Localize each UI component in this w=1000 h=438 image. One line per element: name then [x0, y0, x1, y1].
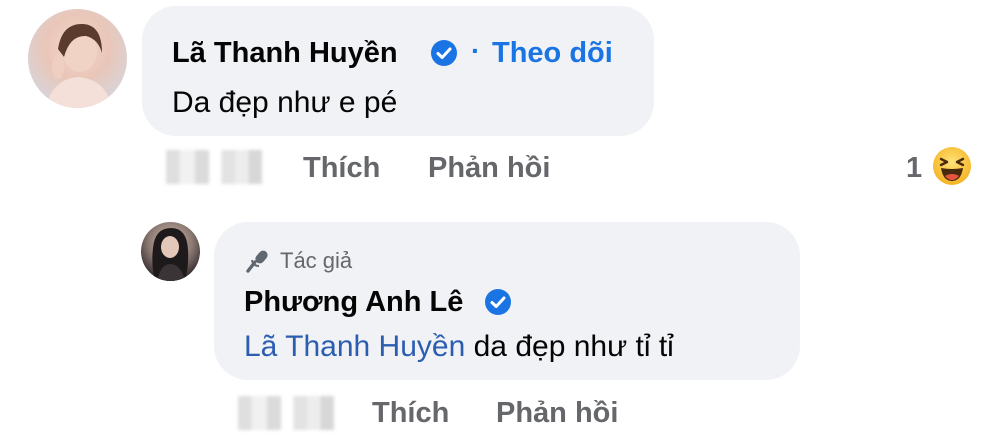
- follow-button[interactable]: Theo dõi: [492, 37, 613, 70]
- reply-text: Lã Thanh Huyền da đẹp như tỉ tỉ: [244, 330, 674, 364]
- reply-text-body: da đẹp như tỉ tỉ: [465, 330, 674, 363]
- comment-text: Da đẹp như e pé: [172, 86, 398, 119]
- reaction-count[interactable]: 1: [906, 152, 922, 185]
- like-button[interactable]: Thích: [303, 152, 380, 185]
- verified-badge-icon: [485, 289, 511, 315]
- reply-avatar[interactable]: [141, 222, 200, 281]
- author-badge-label: Tác giả: [280, 248, 353, 273]
- comment-bubble: Lã Thanh Huyền · Theo dõi Da đẹp như e p…: [142, 6, 654, 136]
- comment-author-name[interactable]: Lã Thanh Huyền: [172, 37, 398, 70]
- avatar-portrait: [152, 228, 189, 281]
- timestamp-blurred: [166, 150, 262, 184]
- separator-dot: ·: [471, 35, 481, 66]
- microphone-icon: [246, 250, 268, 273]
- reply-like-button[interactable]: Thích: [372, 397, 449, 430]
- comment-thread: Lã Thanh Huyền · Theo dõi Da đẹp như e p…: [0, 0, 1000, 438]
- reply-button[interactable]: Phản hồi: [428, 152, 550, 185]
- verified-badge-icon: [431, 40, 457, 66]
- reply-reply-button[interactable]: Phản hồi: [496, 397, 618, 430]
- reply-timestamp-blurred: [238, 396, 334, 430]
- mention-link[interactable]: Lã Thanh Huyền: [244, 330, 465, 363]
- avatar-portrait: [46, 23, 112, 108]
- reply-bubble: Tác giả Phương Anh Lê Lã Thanh Huyền da …: [214, 222, 800, 380]
- reply-author-name[interactable]: Phương Anh Lê: [244, 286, 463, 319]
- laughing-emoji-icon[interactable]: [932, 146, 972, 186]
- avatar[interactable]: [28, 9, 127, 108]
